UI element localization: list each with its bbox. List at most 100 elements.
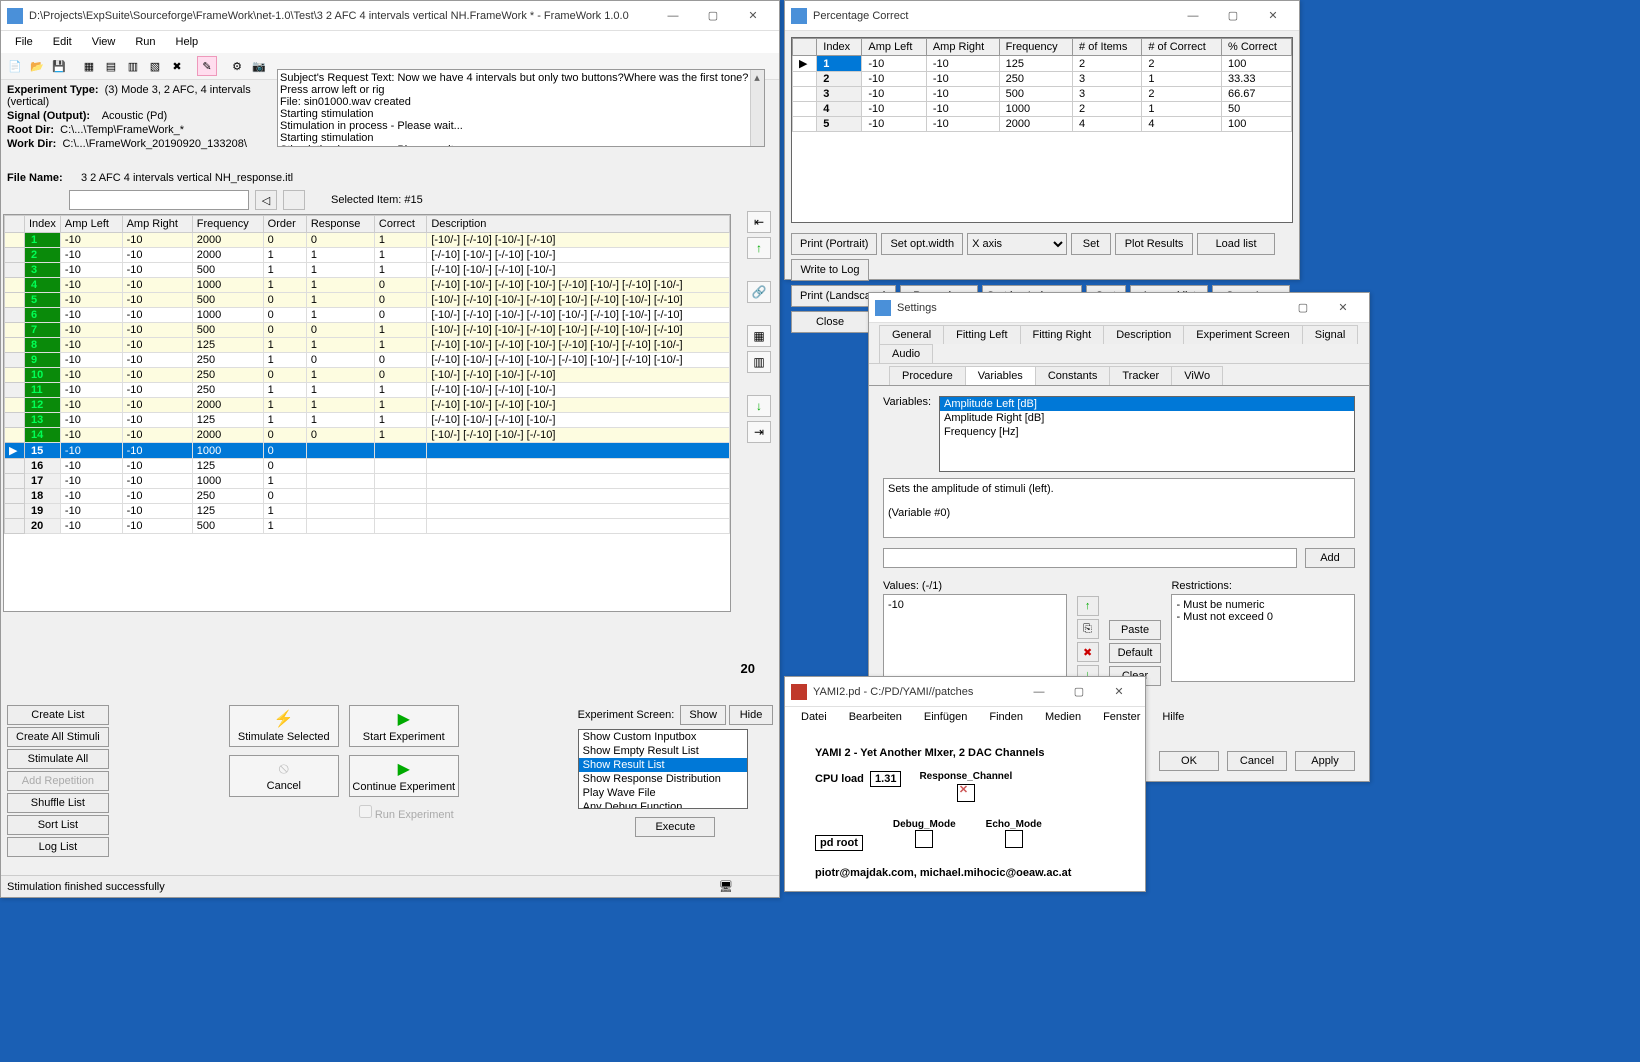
close-pc-button[interactable]: Close <box>791 311 869 333</box>
search-input[interactable] <box>69 190 249 210</box>
tool1-icon[interactable]: ▦ <box>79 56 99 76</box>
table-row[interactable]: 16-10-101250 <box>5 459 730 474</box>
close-button[interactable]: ✕ <box>733 2 773 30</box>
hide-button[interactable]: Hide <box>729 705 773 725</box>
plot-results-button[interactable]: Plot Results <box>1115 233 1193 255</box>
table-row[interactable]: 4-10-101000110[-/-10] [-10/-] [-/-10] [-… <box>5 278 730 293</box>
variable-name-input[interactable] <box>883 548 1297 568</box>
pd-menu-bearbeiten[interactable]: Bearbeiten <box>839 709 912 725</box>
shuffle-list-button[interactable]: Shuffle List <box>7 793 109 813</box>
settings-close-button[interactable]: ✕ <box>1323 294 1363 322</box>
tool4-icon[interactable]: ▧ <box>145 56 165 76</box>
value-delete-icon[interactable]: ✖ <box>1077 642 1099 662</box>
pc-minimize-button[interactable]: — <box>1173 2 1213 30</box>
xaxis-select[interactable]: X axis <box>967 233 1067 255</box>
tab-description[interactable]: Description <box>1103 325 1184 344</box>
table-row[interactable]: 3-10-10500111[-/-10] [-10/-] [-/-10] [-1… <box>5 263 730 278</box>
tab-fitting-left[interactable]: Fitting Left <box>943 325 1020 344</box>
write-log-button[interactable]: Write to Log <box>791 259 869 281</box>
value-copy-icon[interactable]: ⎘ <box>1077 619 1099 639</box>
list-item[interactable]: Amplitude Left [dB] <box>940 397 1354 411</box>
values-textarea[interactable]: -10 <box>883 594 1067 682</box>
set-button[interactable]: Set <box>1071 233 1111 255</box>
open-icon[interactable]: 📂 <box>27 56 47 76</box>
tab-constants[interactable]: Constants <box>1035 366 1111 385</box>
continue-experiment-button[interactable]: ▶Continue Experiment <box>349 755 459 797</box>
pd-minimize-button[interactable]: — <box>1019 678 1059 706</box>
load-list-button[interactable]: Load list <box>1197 233 1275 255</box>
table-row[interactable]: 18-10-102500 <box>5 489 730 504</box>
execute-button[interactable]: Execute <box>635 817 715 837</box>
table-row[interactable]: 1-10-102000001[-10/-] [-/-10] [-10/-] [-… <box>5 233 730 248</box>
table-row[interactable]: 2-10-102000111[-/-10] [-10/-] [-/-10] [-… <box>5 248 730 263</box>
cancel-settings-button[interactable]: Cancel <box>1227 751 1287 771</box>
tool5-icon[interactable]: ⚙ <box>227 56 247 76</box>
tab-variables[interactable]: Variables <box>965 366 1036 385</box>
print-portrait-button[interactable]: Print (Portrait) <box>791 233 877 255</box>
pd-menu-finden[interactable]: Finden <box>979 709 1033 725</box>
new-icon[interactable]: 📄 <box>5 56 25 76</box>
pd-maximize-button[interactable]: ▢ <box>1059 678 1099 706</box>
minimize-button[interactable]: — <box>653 2 693 30</box>
add-variable-button[interactable]: Add <box>1305 548 1355 568</box>
stimulate-selected-button[interactable]: ⚡Stimulate Selected <box>229 705 339 747</box>
pd-menu-fenster[interactable]: Fenster <box>1093 709 1150 725</box>
list-item[interactable]: Amplitude Right [dB] <box>940 411 1354 425</box>
table-row[interactable]: 2-10-102503133.33 <box>793 72 1292 87</box>
side-down-icon[interactable]: ↓ <box>747 395 771 417</box>
list-item[interactable]: Any Debug Function <box>579 800 747 809</box>
variable-description[interactable]: Sets the amplitude of stimuli (left). (V… <box>883 478 1355 538</box>
maximize-button[interactable]: ▢ <box>693 2 733 30</box>
list-item[interactable]: Frequency [Hz] <box>940 425 1354 439</box>
pd-menu-medien[interactable]: Medien <box>1035 709 1091 725</box>
menu-run[interactable]: Run <box>125 33 165 51</box>
set-opt-width-button[interactable]: Set opt.width <box>881 233 963 255</box>
create-list-button[interactable]: Create List <box>7 705 109 725</box>
pc-maximize-button[interactable]: ▢ <box>1213 2 1253 30</box>
sort-list-button[interactable]: Sort List <box>7 815 109 835</box>
table-row[interactable]: ▶15-10-1010000 <box>5 443 730 459</box>
side-collapse-icon[interactable]: ⇤ <box>747 211 771 233</box>
pd-menu-datei[interactable]: Datei <box>791 709 837 725</box>
table-row[interactable]: 6-10-101000010[-10/-] [-/-10] [-10/-] [-… <box>5 308 730 323</box>
list-item[interactable]: Show Result List <box>579 758 747 772</box>
tab-procedure[interactable]: Procedure <box>889 366 966 385</box>
tab-audio[interactable]: Audio <box>879 344 933 363</box>
response-channel-toggle[interactable]: ✕ <box>957 784 975 802</box>
table-row[interactable]: 9-10-10250100[-/-10] [-10/-] [-/-10] [-1… <box>5 353 730 368</box>
table-row[interactable]: 13-10-10125111[-/-10] [-10/-] [-/-10] [-… <box>5 413 730 428</box>
default-button[interactable]: Default <box>1109 643 1162 663</box>
camera-icon[interactable]: 📷 <box>249 56 269 76</box>
side-expand-icon[interactable]: ⇥ <box>747 421 771 443</box>
log-list-button[interactable]: Log List <box>7 837 109 857</box>
side-grid1-icon[interactable]: ▦ <box>747 325 771 347</box>
pc-close-button[interactable]: ✕ <box>1253 2 1293 30</box>
table-row[interactable]: 14-10-102000001[-10/-] [-/-10] [-10/-] [… <box>5 428 730 443</box>
table-row[interactable]: 19-10-101251 <box>5 504 730 519</box>
list-item[interactable]: Show Response Distribution <box>579 772 747 786</box>
table-row[interactable]: 10-10-10250010[-10/-] [-/-10] [-10/-] [-… <box>5 368 730 383</box>
action-listbox[interactable]: Show Custom Inputbox Show Empty Result L… <box>578 729 748 809</box>
tab-general[interactable]: General <box>879 325 944 344</box>
debug-mode-toggle[interactable] <box>915 830 933 848</box>
ok-button[interactable]: OK <box>1159 751 1219 771</box>
side-grid2-icon[interactable]: ▥ <box>747 351 771 373</box>
tab-tracker[interactable]: Tracker <box>1109 366 1172 385</box>
tab-fitting-right[interactable]: Fitting Right <box>1020 325 1105 344</box>
tool3-icon[interactable]: ▥ <box>123 56 143 76</box>
search-next-button[interactable] <box>283 190 305 210</box>
table-row[interactable]: 5-10-10200044100 <box>793 117 1292 132</box>
table-row[interactable]: 8-10-10125111[-/-10] [-10/-] [-/-10] [-1… <box>5 338 730 353</box>
save-icon[interactable]: 💾 <box>49 56 69 76</box>
list-item[interactable]: Show Empty Result List <box>579 744 747 758</box>
list-item[interactable]: Play Wave File <box>579 786 747 800</box>
pd-root-box[interactable]: pd root <box>815 835 863 851</box>
log-box[interactable]: Subject's Request Text: Now we have 4 in… <box>277 69 765 147</box>
tab-experiment-screen[interactable]: Experiment Screen <box>1183 325 1303 344</box>
table-row[interactable]: ▶1-10-1012522100 <box>793 56 1292 72</box>
paste-button[interactable]: Paste <box>1109 620 1162 640</box>
create-stimuli-button[interactable]: Create All Stimuli <box>7 727 109 747</box>
table-row[interactable]: 5-10-10500010[-10/-] [-/-10] [-10/-] [-/… <box>5 293 730 308</box>
tab-viwo[interactable]: ViWo <box>1171 366 1223 385</box>
side-up-icon[interactable]: ↑ <box>747 237 771 259</box>
